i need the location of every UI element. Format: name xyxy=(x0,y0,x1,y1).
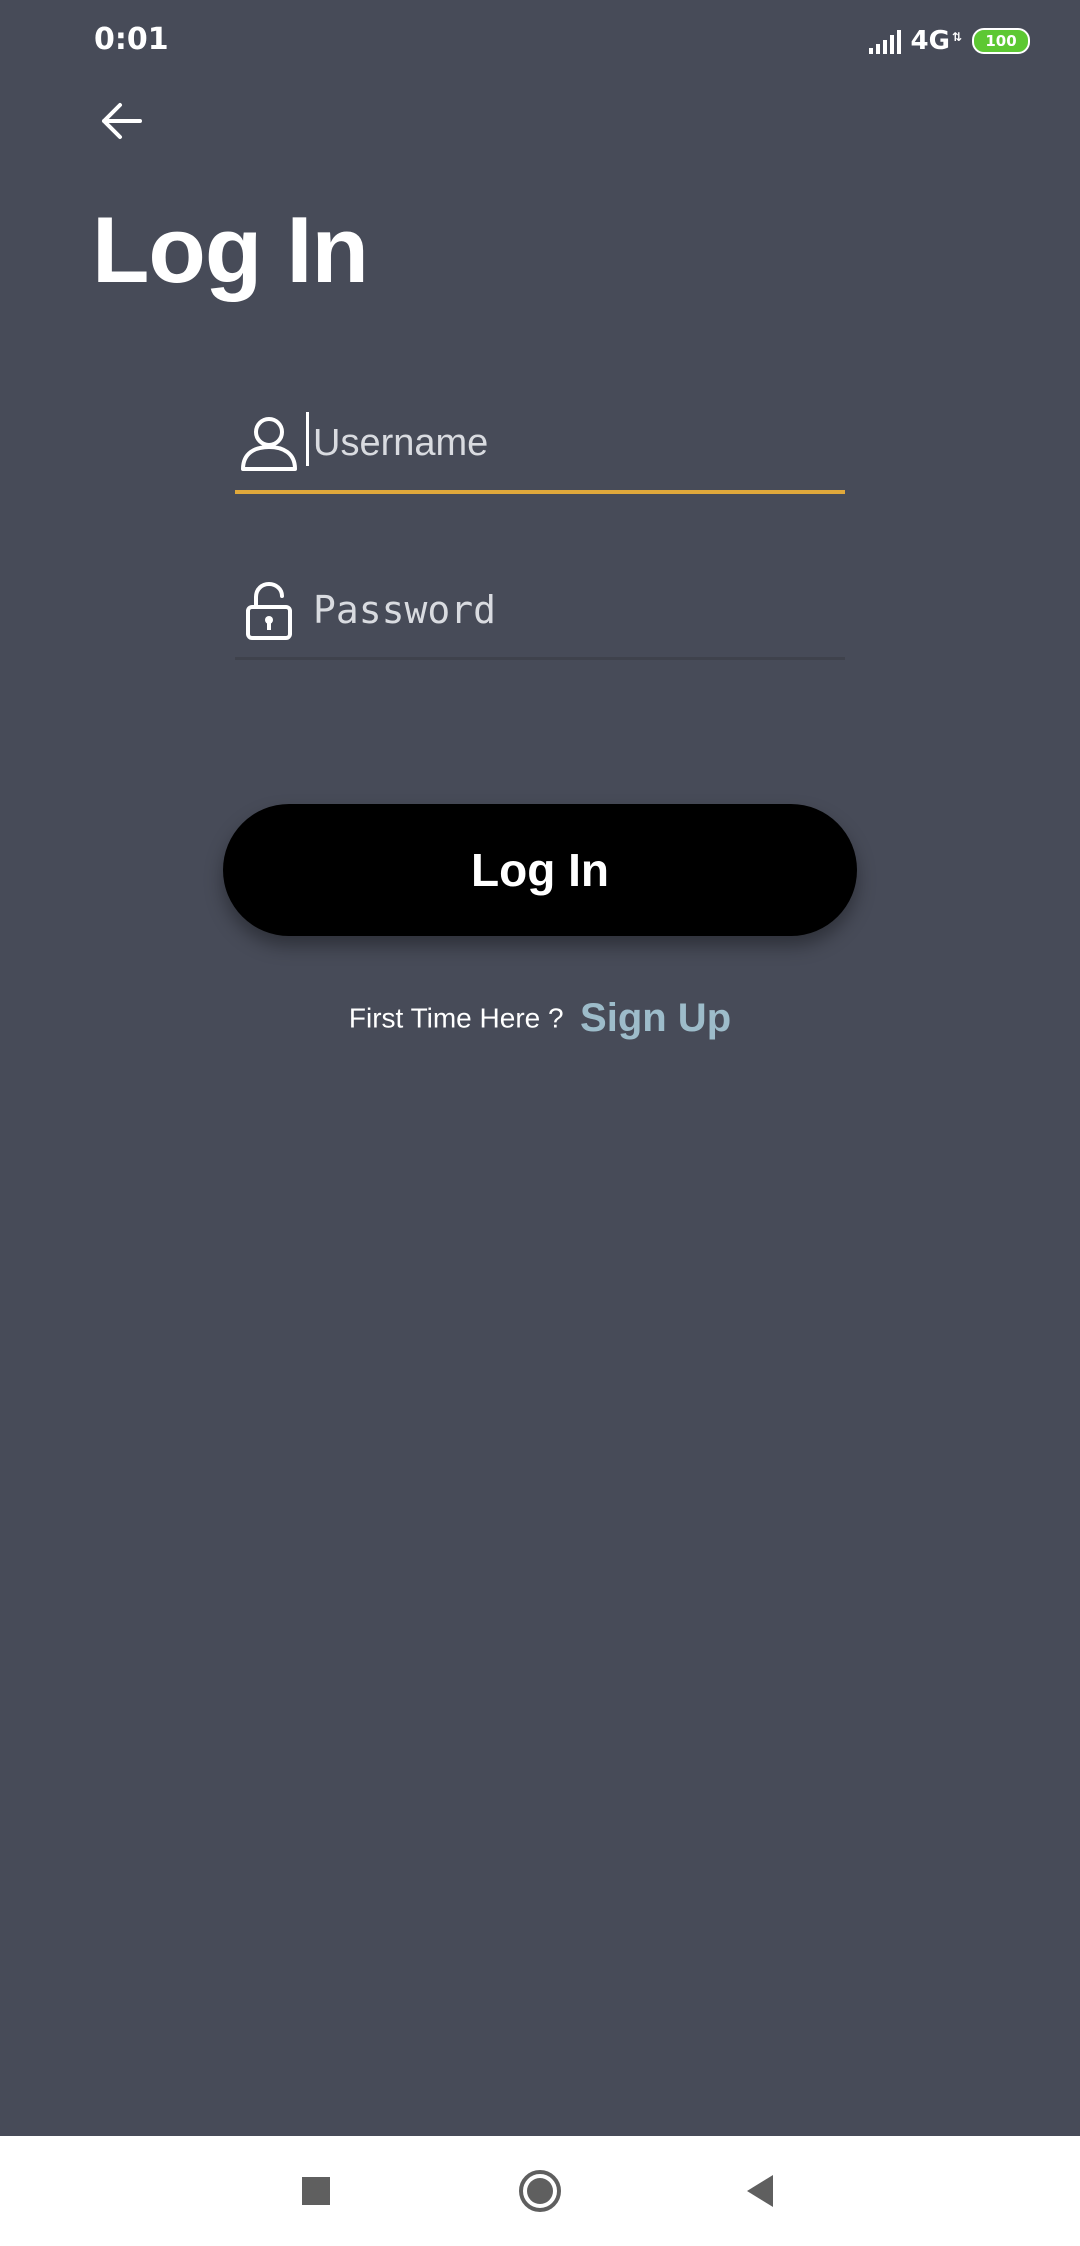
home-button[interactable] xyxy=(507,2158,573,2224)
login-button[interactable]: Log In xyxy=(223,804,857,936)
network-label: 4G xyxy=(910,26,950,56)
arrow-left-icon xyxy=(102,103,142,139)
signup-link[interactable]: Sign Up xyxy=(580,996,731,1040)
system-nav-bar xyxy=(0,2136,1080,2246)
password-field[interactable] xyxy=(235,567,845,660)
battery-icon: 100 xyxy=(972,28,1030,54)
circle-icon xyxy=(519,2170,561,2212)
status-bar: 0:01 4G ⇅ 100 xyxy=(0,0,1080,82)
network-type: 4G ⇅ xyxy=(911,26,963,56)
system-back-button[interactable] xyxy=(727,2158,793,2224)
username-field[interactable] xyxy=(235,400,845,494)
password-input[interactable] xyxy=(307,567,837,653)
text-caret xyxy=(306,412,309,466)
lock-open-icon xyxy=(235,577,303,645)
signup-row: First Time Here ? Sign Up xyxy=(0,996,1080,1041)
recents-button[interactable] xyxy=(283,2158,349,2224)
back-button[interactable] xyxy=(90,90,152,152)
signal-icon xyxy=(868,28,901,54)
username-input[interactable] xyxy=(307,400,837,486)
user-icon xyxy=(235,410,303,478)
page-title: Log In xyxy=(92,197,369,302)
status-icons: 4G ⇅ 100 xyxy=(868,26,1030,56)
triangle-left-icon xyxy=(747,2175,773,2207)
status-time: 0:01 xyxy=(94,22,169,57)
data-arrows-icon: ⇅ xyxy=(951,30,962,44)
square-icon xyxy=(302,2177,330,2205)
signup-prompt: First Time Here ? xyxy=(348,1002,564,1034)
